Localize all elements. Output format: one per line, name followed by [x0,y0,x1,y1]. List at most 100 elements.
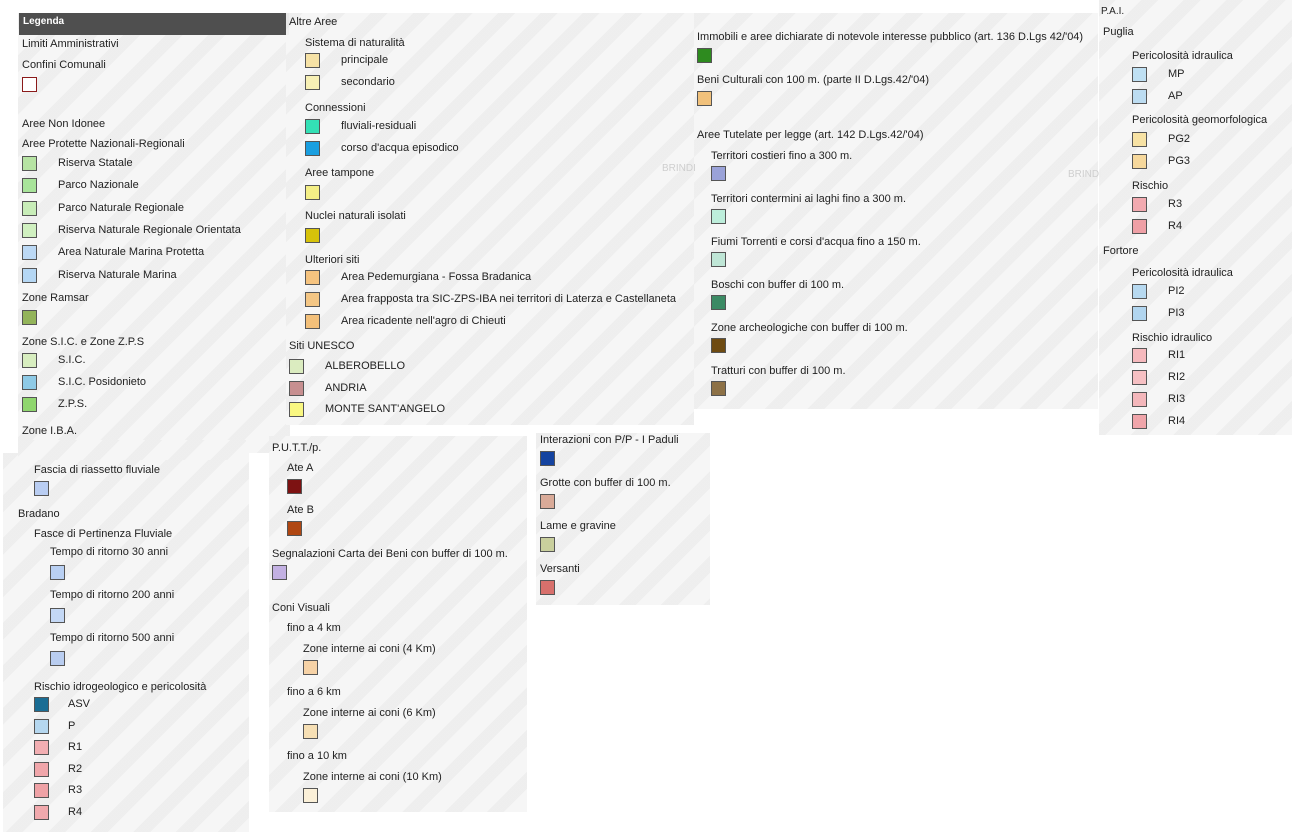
sic-swatch [22,375,37,390]
tempo-swatch [50,651,65,666]
tutelate-swatch [711,295,726,310]
sistema-label: principale [341,54,389,66]
grotte-swatch [540,494,555,509]
rischio-idrogeologico-label: R3 [68,784,83,796]
versanti-swatch [540,580,555,595]
limiti-heading: Limiti Amministrativi [22,38,119,50]
ulteriori-heading: Ulteriori siti [305,254,360,266]
coni-group-label: fino a 10 km [287,750,347,762]
ulteriori-swatch [305,292,320,307]
pai-rischio-swatch [1132,197,1147,212]
sistema-swatch [305,53,320,68]
protette-label: Area Naturale Marina Protetta [58,246,205,259]
fascia-heading: Fascia di riassetto fluviale [34,464,160,476]
sistema-heading: Sistema di naturalità [305,37,405,49]
rischio-idrogeologico-swatch [34,740,49,755]
aree-tutelate-heading: Aree Tutelate per legge (art. 142 D.Lgs.… [697,129,924,141]
tampone-swatch [305,185,320,200]
segnalazioni-swatch [272,565,287,580]
protette-label: Parco Nazionale [58,179,139,192]
pai-rischio-label: R3 [1168,198,1183,210]
iba-heading: Zone I.B.A. [22,425,78,437]
putt-heading: P.U.T.T./p. [272,442,322,454]
pai-geo-label: PG3 [1168,155,1191,167]
fasce-pertinenza-heading: Fasce di Pertinenza Fluviale [34,528,173,540]
protette-swatch [22,200,37,216]
fortore-idraulica-heading: Pericolosità idraulica [1132,267,1233,279]
beni-culturali-heading: Beni Culturali con 100 m. (parte II D.Lg… [697,74,929,86]
immobili-swatch [697,48,712,63]
rischio-idrogeologico-swatch [34,718,49,734]
ulteriori-label: Area frapposta tra SIC-ZPS-IBA nei terri… [341,293,677,305]
map-label-2: BRINDI [1068,169,1102,180]
rischio-idraulico-label: RI3 [1168,393,1186,405]
pai-per-idraulica-heading: Pericolosità idraulica [1132,50,1233,62]
nuclei-heading: Nuclei naturali isolati [305,210,406,222]
tutelate-label: Boschi con buffer di 100 m. [711,279,845,291]
unesco-label: MONTE SANT'ANGELO [325,403,446,415]
ate-b-swatch [287,521,302,536]
puglia-heading: Puglia [1103,26,1134,38]
aree-protette-heading: Aree Protette Nazionali-Regionali [22,138,185,150]
fascia-swatch [34,481,49,496]
legend-panel-interazioni [536,433,710,605]
protette-label: Riserva Naturale Regionale Orientata [58,223,241,236]
rischio-idraulico-swatch [1132,392,1147,407]
connessioni-label: fluviali-residuali [341,120,417,132]
protette-swatch [22,222,37,238]
rischio-idrogeologico-swatch [34,761,49,777]
rischio-idraulico-swatch [1132,348,1147,363]
fortore-idraulica-swatch [1132,284,1147,299]
tutelate-label: Fiumi Torrenti e corsi d'acqua fino a 15… [711,236,921,248]
grotte-heading: Grotte con buffer di 100 m. [540,477,671,489]
legend-panel-tutele [694,13,1098,409]
tutelate-swatch [711,381,726,396]
coni-zone-label: Zone interne ai coni (4 Km) [303,643,436,655]
sistema-swatch [305,75,320,90]
pai-idraulica-label: MP [1168,68,1185,80]
rischio-idraulico-label: RI2 [1168,371,1186,383]
confini-heading: Confini Comunali [22,59,106,71]
connessioni-swatch [305,119,320,134]
protette-swatch [22,156,37,171]
unesco-heading: Siti UNESCO [289,340,355,352]
protette-swatch [22,267,37,283]
ate-b-heading: Ate B [287,504,314,516]
rischio-idraulico-swatch [1132,414,1147,429]
tempo-label: Tempo di ritorno 200 anni [50,589,175,601]
pai-geo-swatch [1132,154,1147,169]
unesco-swatch [289,380,304,396]
tutelate-label: Zone archeologiche con buffer di 100 m. [711,322,908,334]
pai-geo-swatch [1132,132,1147,147]
sistema-label: secondario [341,76,395,88]
segnalazioni-heading: Segnalazioni Carta dei Beni con buffer d… [272,548,508,560]
coni-group-label: fino a 6 km [287,686,341,698]
coni-zone-label: Zone interne ai coni (6 Km) [303,707,436,719]
rischio-idrogeologico-heading: Rischio idrogeologico e pericolosità [34,681,207,693]
tutelate-swatch [711,338,726,353]
pai-idraulica-swatch [1132,67,1147,82]
sic-swatch [22,353,37,368]
fortore-heading: Fortore [1103,245,1139,257]
lame-swatch [540,537,555,552]
pai-heading: P.A.I. [1101,6,1125,17]
coni-swatch [303,660,318,675]
confini-swatch [22,77,37,92]
pai-rischio-heading: Rischio [1132,180,1169,192]
sic-label: S.I.C. [58,354,86,366]
interazioni-heading: Interazioni con P/P - I Paduli [540,434,679,446]
rischio-idraulico-heading: Rischio idraulico [1132,332,1213,344]
coni-swatch [303,788,318,803]
altre-aree-heading: Altre Aree [289,16,338,28]
rischio-idrogeologico-label: R1 [68,741,83,753]
pai-geo-label: PG2 [1168,133,1191,145]
rischio-idraulico-label: RI1 [1168,349,1186,361]
pai-rischio-swatch [1132,219,1147,234]
coni-group-label: fino a 4 km [287,622,341,634]
pai-rischio-label: R4 [1168,220,1183,232]
versanti-heading: Versanti [540,563,580,575]
bradano-heading: Bradano [18,508,60,520]
unesco-swatch [289,359,304,374]
tutelate-label: Territori costieri fino a 300 m. [711,150,853,162]
protette-label: Riserva Naturale Marina [58,268,177,281]
